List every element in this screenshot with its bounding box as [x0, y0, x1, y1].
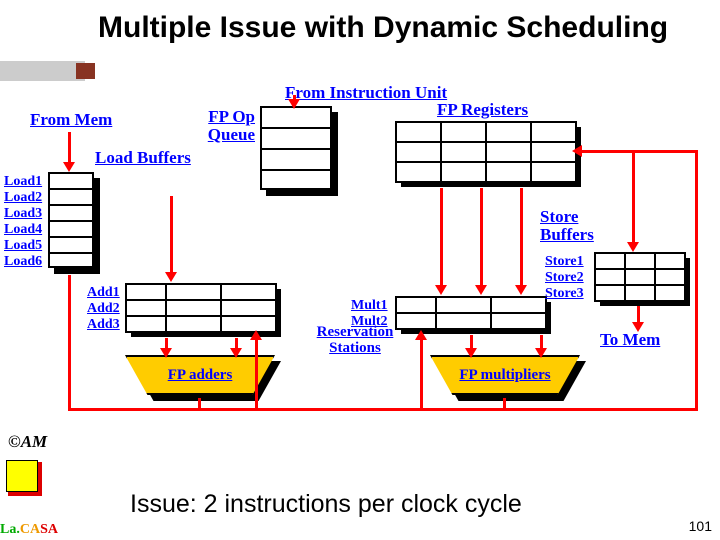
add1-label: Add1	[87, 285, 120, 301]
from-mem-label: From Mem	[30, 110, 112, 130]
load-buffers-label: Load Buffers	[95, 148, 191, 168]
fp-multipliers-label: FP multipliers	[430, 355, 580, 395]
store3-label: Store3	[545, 286, 584, 302]
load4-label: Load4	[4, 222, 42, 238]
copyright: ©AM	[8, 432, 47, 452]
footer-text: Issue: 2 instructions per clock cycle	[130, 490, 522, 519]
load6-label: Load6	[4, 254, 42, 270]
from-instruction-unit-label: From Instruction Unit	[285, 83, 447, 103]
load3-label: Load3	[4, 206, 42, 222]
slide-title: Multiple Issue with Dynamic Scheduling	[98, 11, 668, 46]
fp-adders-unit: FP adders	[125, 355, 275, 395]
store-buffer-labels: Store1 Store2 Store3	[545, 254, 584, 302]
fp-op-queue-label: FP Op Queue	[200, 108, 255, 144]
load5-label: Load5	[4, 238, 42, 254]
mult2-label: Mult2	[351, 314, 388, 330]
fp-registers-label: FP Registers	[437, 100, 528, 120]
load-buffer-labels: Load1 Load2 Load3 Load4 Load5 Load6	[4, 174, 42, 270]
title-accent	[0, 61, 85, 81]
brand-name: La.CASA	[0, 522, 58, 538]
store2-label: Store2	[545, 270, 584, 286]
add3-label: Add3	[87, 317, 120, 333]
load1-label: Load1	[4, 174, 42, 190]
brand-logo	[6, 460, 42, 496]
mult1-label: Mult1	[351, 298, 388, 314]
store-buffers-label: Store Buffers	[540, 208, 594, 244]
add2-label: Add2	[87, 301, 120, 317]
store1-label: Store1	[545, 254, 584, 270]
mult-rs-labels: Mult1 Mult2	[351, 298, 388, 330]
fp-multipliers-unit: FP multipliers	[430, 355, 580, 395]
to-mem-label: To Mem	[600, 330, 660, 350]
add-rs-labels: Add1 Add2 Add3	[87, 285, 120, 333]
slide-number: 101	[689, 518, 712, 534]
title-bar: Multiple Issue with Dynamic Scheduling	[0, 5, 720, 75]
fp-adders-label: FP adders	[125, 355, 275, 395]
load2-label: Load2	[4, 190, 42, 206]
